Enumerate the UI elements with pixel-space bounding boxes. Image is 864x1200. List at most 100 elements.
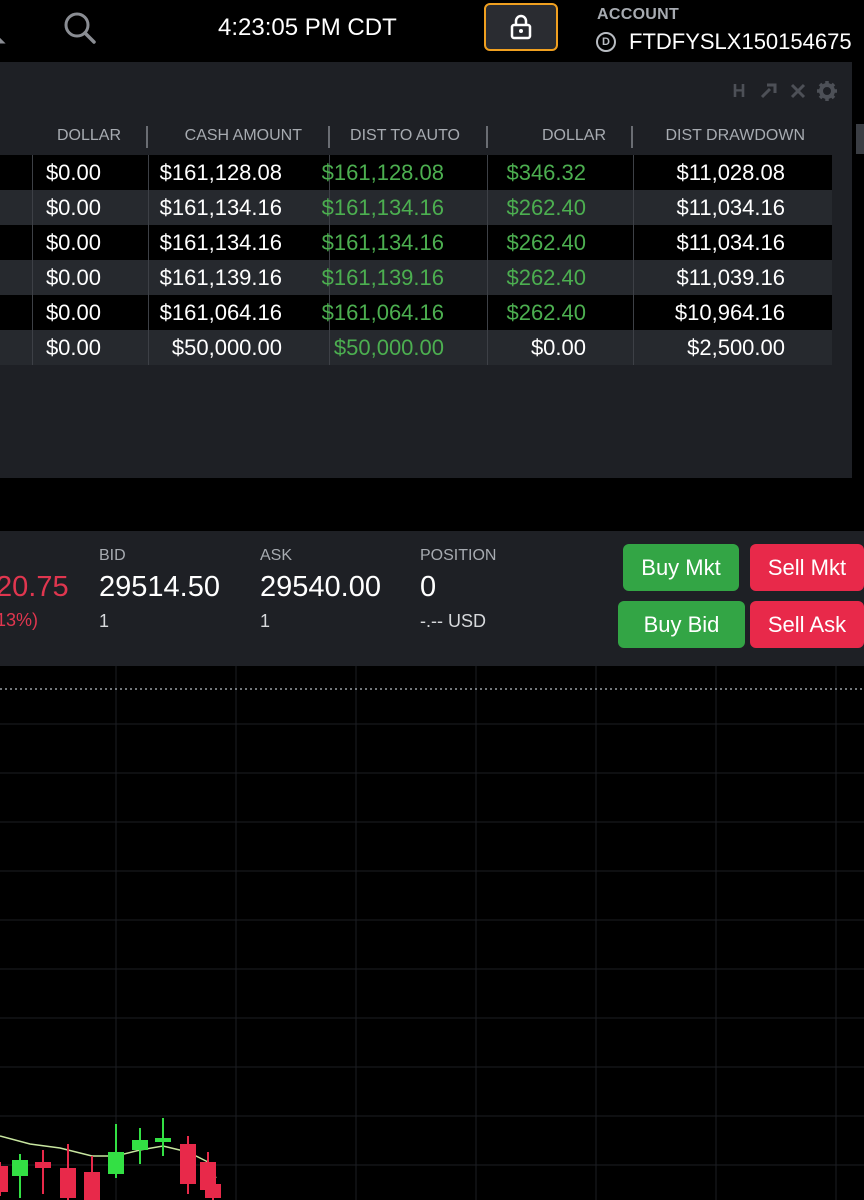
table-cell: $161,134.16 — [159, 230, 282, 255]
price-change-percent: 13%) — [0, 610, 39, 630]
table-cell: $262.40 — [506, 265, 586, 290]
table-cell: $0.00 — [530, 335, 586, 360]
position-label: POSITION — [420, 547, 497, 564]
buy-bid-button[interactable]: Buy Bid — [618, 601, 745, 648]
column-divider — [633, 330, 634, 365]
column-divider — [148, 225, 149, 260]
table-cell: $161,134.16 — [321, 230, 444, 255]
column-divider — [32, 155, 33, 190]
column-divider — [32, 295, 33, 330]
panel-scroll-thumb[interactable] — [856, 124, 864, 154]
column-divider — [633, 295, 634, 330]
candle-body — [155, 1138, 171, 1142]
buy-market-button[interactable]: Buy Mkt — [623, 544, 739, 591]
column-divider — [32, 330, 33, 365]
table-cell: $346.32 — [506, 160, 586, 185]
column-divider — [487, 330, 488, 365]
column-divider — [487, 225, 488, 260]
column-divider — [148, 190, 149, 225]
sell-ask-button[interactable]: Sell Ask — [750, 601, 864, 648]
demo-badge-icon: D — [596, 32, 616, 52]
bell-icon[interactable] — [0, 8, 16, 48]
table-cell: $262.40 — [506, 195, 586, 220]
table-cell: $50,000.00 — [333, 335, 444, 360]
candle-body — [132, 1140, 148, 1150]
pin-icon[interactable] — [758, 81, 780, 101]
column-resizer[interactable] — [486, 126, 488, 148]
clock: 4:23:05 PM CDT — [218, 14, 397, 41]
table-cell: $262.40 — [506, 300, 586, 325]
table-row[interactable]: $0.00 $161,134.16 $161,134.16 $262.40 $11,03… — [0, 225, 832, 260]
column-divider — [633, 260, 634, 295]
column-resizer[interactable] — [146, 126, 148, 148]
table-cell: $161,139.16 — [159, 265, 282, 290]
table-row[interactable]: $0.00 $161,064.16 $161,064.16 $262.40 $10,96… — [0, 295, 832, 330]
table-row[interactable]: $0.00 $161,128.08 $161,128.08 $346.32 $11,02… — [0, 155, 832, 190]
table-row[interactable]: $0.00 $50,000.00 $50,000.00 $0.00 $2,500.00 — [0, 330, 832, 365]
column-header-dollar-2[interactable]: DOLLAR — [542, 127, 606, 145]
candle-body — [35, 1162, 51, 1168]
column-resizer[interactable] — [631, 126, 633, 148]
account-label: ACCOUNT — [597, 6, 680, 23]
column-resizer[interactable] — [328, 126, 330, 148]
column-divider — [329, 330, 330, 365]
candle-body — [84, 1172, 100, 1200]
account-selector[interactable]: D FTDFYSLX150154675 — [596, 29, 852, 55]
top-bar: 4:23:05 PM CDT ACCOUNT D FTDFYSLX1501546… — [0, 0, 864, 62]
table-cell: $0.00 — [45, 160, 101, 185]
table-cell: $0.00 — [45, 230, 101, 255]
search-icon[interactable] — [62, 10, 98, 46]
lock-button[interactable] — [484, 3, 558, 51]
column-divider — [487, 155, 488, 190]
column-header-dist-to-auto[interactable]: DIST TO AUTO — [350, 127, 460, 145]
ask-label: ASK — [260, 547, 293, 564]
column-divider — [487, 190, 488, 225]
table-cell: $11,039.16 — [676, 265, 785, 290]
candle-body — [60, 1168, 76, 1198]
table-cell: $161,064.16 — [159, 300, 282, 325]
table-row[interactable]: $0.00 $161,134.16 $161,134.16 $262.40 $11,03… — [0, 190, 832, 225]
table-cell: $262.40 — [506, 230, 586, 255]
bid-value: 29514.50 — [99, 571, 220, 603]
table-cell: $161,134.16 — [321, 195, 444, 220]
column-divider — [148, 295, 149, 330]
table-cell: $50,000.00 — [171, 335, 282, 360]
column-divider — [633, 155, 634, 190]
close-icon[interactable] — [788, 81, 808, 101]
table-cell: $0.00 — [45, 195, 101, 220]
bid-size: 1 — [99, 611, 110, 631]
column-header-cash-amount[interactable]: CASH AMOUNT — [185, 127, 302, 145]
lock-icon — [510, 14, 532, 40]
panel-toolbar: H — [728, 80, 838, 102]
table-cell: $161,128.08 — [159, 160, 282, 185]
price-chart[interactable] — [0, 666, 864, 1200]
candlestick-series — [0, 1118, 221, 1200]
table-cell: $11,028.08 — [676, 160, 785, 185]
table-header: DOLLAR CASH AMOUNT DIST TO AUTO DOLLAR D… — [0, 122, 852, 152]
position-value: 0 — [420, 571, 437, 603]
h-toggle-button[interactable]: H — [728, 81, 750, 102]
column-divider — [148, 155, 149, 190]
table-cell: $0.00 — [45, 300, 101, 325]
column-divider — [32, 225, 33, 260]
candle-body — [12, 1160, 28, 1176]
column-divider — [487, 260, 488, 295]
column-header-dollar[interactable]: DOLLAR — [57, 127, 121, 145]
candle-body — [108, 1152, 124, 1174]
table-row[interactable]: $0.00 $161,139.16 $161,139.16 $262.40 $11,03… — [0, 260, 832, 295]
table-cell: $0.00 — [45, 265, 101, 290]
column-divider — [633, 225, 634, 260]
ask-size: 1 — [260, 611, 271, 631]
sell-market-button[interactable]: Sell Mkt — [750, 544, 864, 591]
bid-label: BID — [99, 547, 126, 564]
table-cell: $11,034.16 — [676, 195, 785, 220]
last-price: 20.75 — [0, 571, 69, 603]
column-header-dist-drawdown[interactable]: DIST DRAWDOWN — [665, 127, 805, 145]
table-cell: $2,500.00 — [687, 335, 785, 360]
column-divider — [487, 295, 488, 330]
column-divider — [633, 190, 634, 225]
chart-grid — [0, 666, 864, 1200]
ask-value: 29540.00 — [260, 571, 381, 603]
gear-icon[interactable] — [816, 80, 838, 102]
table-cell: $161,064.16 — [321, 300, 444, 325]
